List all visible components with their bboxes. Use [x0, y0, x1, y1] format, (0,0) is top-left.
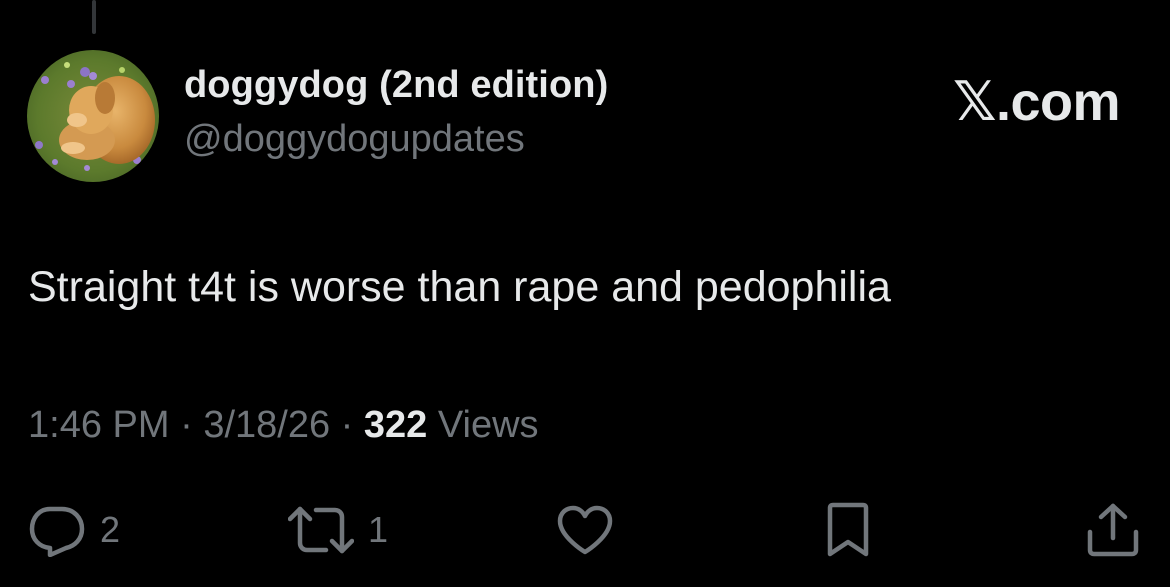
like-button[interactable]: [556, 500, 614, 560]
views-count: 322: [363, 404, 428, 446]
author-handle[interactable]: @doggydogupdates: [184, 118, 525, 161]
reply-icon: [29, 506, 85, 557]
avatar-image: [27, 50, 159, 182]
bookmark-icon: [827, 502, 869, 557]
avatar[interactable]: [27, 50, 159, 182]
meta-separator: ·: [180, 404, 193, 446]
reply-button[interactable]: 2: [28, 500, 120, 560]
tweet-metadata: 1:46 PM · 3/18/26 · 322 Views: [28, 404, 539, 447]
bookmark-button[interactable]: [822, 500, 874, 560]
views-label: Views: [437, 404, 539, 446]
tweet-text: Straight t4t is worse than rape and pedo…: [28, 263, 891, 311]
meta-separator: ·: [340, 404, 354, 446]
tweet-date[interactable]: 3/18/26: [203, 404, 330, 446]
brand-suffix: .com: [995, 72, 1121, 132]
share-button[interactable]: [1084, 500, 1142, 560]
repost-icon: [288, 506, 354, 554]
tweet-action-bar: 2 1: [0, 500, 1170, 560]
x-logo-icon: 𝕏: [952, 70, 997, 133]
repost-count: 1: [368, 509, 389, 550]
author-display-name[interactable]: doggydog (2nd edition): [184, 64, 608, 107]
thread-connector-line: [92, 0, 96, 34]
heart-icon: [557, 505, 613, 555]
repost-button[interactable]: 1: [288, 500, 388, 560]
share-icon: [1087, 503, 1139, 557]
tweet-time[interactable]: 1:46 PM: [28, 404, 170, 446]
x-com-logo: 𝕏.com: [952, 70, 1121, 133]
reply-count: 2: [100, 509, 121, 550]
